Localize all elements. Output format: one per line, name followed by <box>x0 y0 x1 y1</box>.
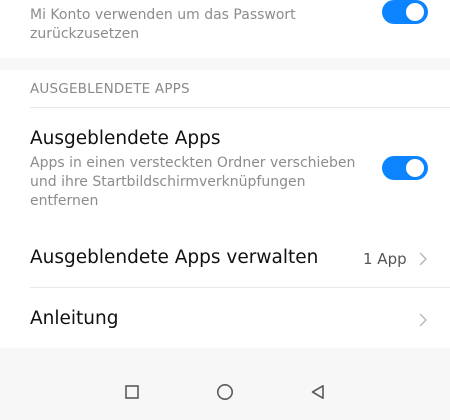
reset-password-setting: Mi Konto verwenden um das Passwort zurüc… <box>0 0 450 58</box>
reset-password-toggle[interactable] <box>382 0 428 24</box>
hidden-apps-card: AUSGEBLENDETE APPS Ausgeblendete Apps Ap… <box>0 70 450 348</box>
system-navigation-bar <box>0 365 450 420</box>
section-header: AUSGEBLENDETE APPS <box>30 81 190 97</box>
toggle-knob <box>406 3 424 21</box>
square-icon <box>125 385 139 399</box>
hidden-apps-desc-line3: entfernen <box>30 193 99 209</box>
manage-hidden-apps-count: 1 App <box>363 250 407 268</box>
chevron-right-icon <box>419 252 427 266</box>
hidden-apps-desc-line1: Apps in einen versteckten Ordner verschi… <box>30 155 356 171</box>
toggle-knob <box>406 159 424 177</box>
manage-hidden-apps-row[interactable]: Ausgeblendete Apps verwalten 1 App <box>0 226 450 286</box>
hidden-apps-title: Ausgeblendete Apps <box>30 128 221 149</box>
reset-password-subtitle-line2: zurückzusetzen <box>30 26 140 42</box>
hidden-apps-toggle[interactable] <box>382 156 428 180</box>
back-button[interactable] <box>307 381 329 403</box>
manage-hidden-apps-title: Ausgeblendete Apps verwalten <box>30 247 319 268</box>
home-button[interactable] <box>214 381 236 403</box>
guide-row[interactable]: Anleitung <box>0 288 450 348</box>
hidden-apps-desc-line2: und ihre Startbildschirmverknüpfungen <box>30 174 306 190</box>
recent-apps-button[interactable] <box>121 381 143 403</box>
chevron-right-icon <box>419 313 427 327</box>
guide-title: Anleitung <box>30 308 119 329</box>
hidden-apps-row[interactable]: Ausgeblendete Apps Apps in einen verstec… <box>0 108 450 218</box>
circle-icon <box>217 384 233 400</box>
reset-password-subtitle-line1: Mi Konto verwenden um das Passwort <box>30 7 296 23</box>
triangle-back-icon <box>311 384 324 399</box>
